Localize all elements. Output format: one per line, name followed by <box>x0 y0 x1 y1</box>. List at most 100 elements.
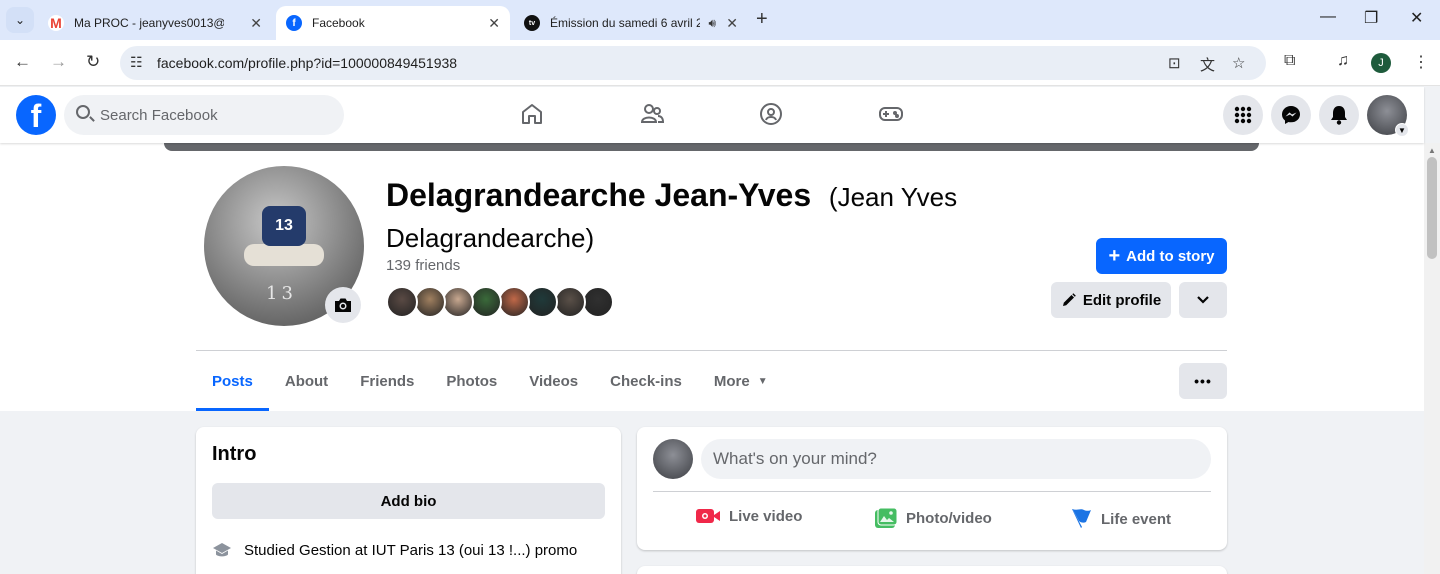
next-card <box>637 566 1227 574</box>
groups-icon[interactable] <box>758 101 784 127</box>
live-video-icon <box>696 509 720 523</box>
profile-picture-figure <box>244 244 324 266</box>
tab-title: Ma PROC - jeanyves0013@gma <box>74 16 224 30</box>
photo-video-label: Photo/video <box>906 509 992 527</box>
chrome-menu-icon[interactable]: ⋮ <box>1413 52 1429 72</box>
reload-icon[interactable]: ↻ <box>86 52 100 72</box>
search-input[interactable] <box>100 95 330 135</box>
add-to-story-button[interactable]: + Add to story <box>1096 238 1227 274</box>
extensions-icon[interactable]: ⧉ <box>1284 52 1295 70</box>
life-event-label: Life event <box>1101 510 1172 528</box>
minimize-icon[interactable]: — <box>1320 8 1336 26</box>
scrollbar-thumb[interactable] <box>1427 157 1437 259</box>
cover-photo[interactable] <box>164 143 1259 151</box>
whats-on-your-mind-input[interactable]: What's on your mind? <box>701 439 1211 479</box>
forward-icon[interactable]: → <box>50 52 67 72</box>
notifications-bell-icon[interactable] <box>1319 95 1359 135</box>
new-tab-icon[interactable]: + <box>756 8 768 31</box>
tab-friends[interactable]: Friends <box>344 351 430 411</box>
tab-posts[interactable]: Posts <box>196 351 269 411</box>
gaming-icon[interactable] <box>878 101 904 127</box>
life-event-flag-icon <box>1072 509 1091 528</box>
browser-toolbar: ← → ↻ ☷ facebook.com/profile.php?id=1000… <box>0 40 1440 86</box>
add-to-story-label: Add to story <box>1126 247 1215 265</box>
pencil-icon <box>1062 293 1076 306</box>
menu-grid-icon[interactable] <box>1223 95 1263 135</box>
friend-avatar[interactable] <box>386 286 418 318</box>
add-bio-button[interactable]: Add bio <box>212 483 605 519</box>
tab-title: Facebook <box>312 16 365 30</box>
tab-about[interactable]: About <box>269 351 344 411</box>
browser-profile-avatar[interactable]: J <box>1371 53 1391 73</box>
divider <box>653 491 1211 492</box>
maximize-icon[interactable]: ❐ <box>1364 8 1378 28</box>
live-video-button[interactable]: Live video <box>695 507 802 525</box>
tab-photos[interactable]: Photos <box>430 351 513 411</box>
live-video-label: Live video <box>729 507 803 525</box>
scroll-up-icon[interactable]: ▲ <box>1428 146 1436 155</box>
speaker-icon[interactable]: 🔊︎ <box>708 16 716 31</box>
gmail-icon: M <box>48 15 64 31</box>
translate-icon[interactable]: 文 <box>1200 54 1215 75</box>
profile-header: 13 13 Delagrandearche Jean-Yves (Jean Yv… <box>0 143 1424 411</box>
browser-tab-strip: ⌄ M Ma PROC - jeanyves0013@gma ✕ f Faceb… <box>0 0 1440 40</box>
life-event-button[interactable]: Life event <box>1069 507 1171 531</box>
messenger-icon[interactable] <box>1271 95 1311 135</box>
chevron-down-icon[interactable]: ▼ <box>1395 123 1409 137</box>
profile-tabs: Posts About Friends Photos Videos Check-… <box>196 351 784 411</box>
page-scrollbar[interactable]: ▲ <box>1424 143 1440 574</box>
tab-emission[interactable]: tv Émission du samedi 6 avril 2 🔊︎ ✕ <box>514 6 748 40</box>
install-app-icon[interactable]: ⊡ <box>1168 54 1181 72</box>
media-controls-icon[interactable]: ♫ <box>1337 52 1349 70</box>
avatar[interactable] <box>653 439 693 479</box>
tab-more[interactable]: More ▼ <box>698 351 784 411</box>
friends-icon[interactable] <box>639 101 665 127</box>
home-icon[interactable] <box>519 101 545 127</box>
profile-picture-floor-number: 13 <box>266 283 297 304</box>
tv-icon: tv <box>524 15 540 31</box>
photo-video-button[interactable]: Photo/video <box>874 507 992 529</box>
more-dots-icon: ••• <box>1194 373 1212 389</box>
tab-title: Émission du samedi 6 avril 2 <box>550 16 700 30</box>
friend-avatar[interactable] <box>442 286 474 318</box>
address-url[interactable]: facebook.com/profile.php?id=100000849451… <box>157 55 457 71</box>
tab-videos[interactable]: Videos <box>513 351 594 411</box>
site-settings-icon[interactable]: ☷ <box>130 54 143 71</box>
profile-more-dropdown[interactable] <box>1179 282 1227 318</box>
edit-profile-button[interactable]: Edit profile <box>1051 282 1171 318</box>
search-icon <box>76 105 90 119</box>
friend-avatar[interactable] <box>498 286 530 318</box>
bookmark-star-icon[interactable]: ☆ <box>1232 54 1245 72</box>
friend-avatar[interactable] <box>526 286 558 318</box>
address-bar[interactable]: ☷ facebook.com/profile.php?id=1000008494… <box>120 46 1266 80</box>
friend-avatar[interactable] <box>554 286 586 318</box>
caret-down-icon: ▼ <box>757 375 768 387</box>
friend-avatar[interactable] <box>470 286 502 318</box>
graduation-cap-icon <box>213 543 231 557</box>
profile-name: Delagrandearche Jean-Yves (Jean Yves Del… <box>386 176 986 258</box>
camera-icon[interactable] <box>325 287 361 323</box>
tab-close-icon[interactable]: ✕ <box>726 15 738 32</box>
tab-gmail[interactable]: M Ma PROC - jeanyves0013@gma ✕ <box>38 6 272 40</box>
intro-title: Intro <box>212 443 257 465</box>
profile-options-button[interactable]: ••• <box>1179 363 1227 399</box>
tab-facebook[interactable]: f Facebook ✕ <box>276 6 510 40</box>
tab-check-ins[interactable]: Check-ins <box>594 351 698 411</box>
tab-more-label: More <box>713 372 750 390</box>
facebook-logo-icon[interactable]: f <box>16 95 56 135</box>
back-icon[interactable]: ← <box>14 52 31 72</box>
window-close-icon[interactable]: ✕ <box>1410 8 1423 28</box>
friend-avatar[interactable] <box>414 286 446 318</box>
tab-search-chevron-icon[interactable]: ⌄ <box>6 7 34 33</box>
friends-count[interactable]: 139 friends <box>386 257 460 274</box>
post-composer: What's on your mind? Live video Photo/vi… <box>637 427 1227 550</box>
plus-icon: + <box>1108 245 1121 267</box>
profile-picture-shirt: 13 <box>262 206 306 246</box>
search-box[interactable] <box>64 95 344 135</box>
chevron-down-icon <box>1197 296 1209 304</box>
account-avatar[interactable]: ▼ <box>1367 95 1409 137</box>
tab-close-icon[interactable]: ✕ <box>250 15 262 32</box>
tab-close-icon[interactable]: ✕ <box>488 15 500 32</box>
friend-avatar[interactable] <box>582 286 614 318</box>
profile-display-name: Delagrandearche Jean-Yves <box>386 177 812 213</box>
